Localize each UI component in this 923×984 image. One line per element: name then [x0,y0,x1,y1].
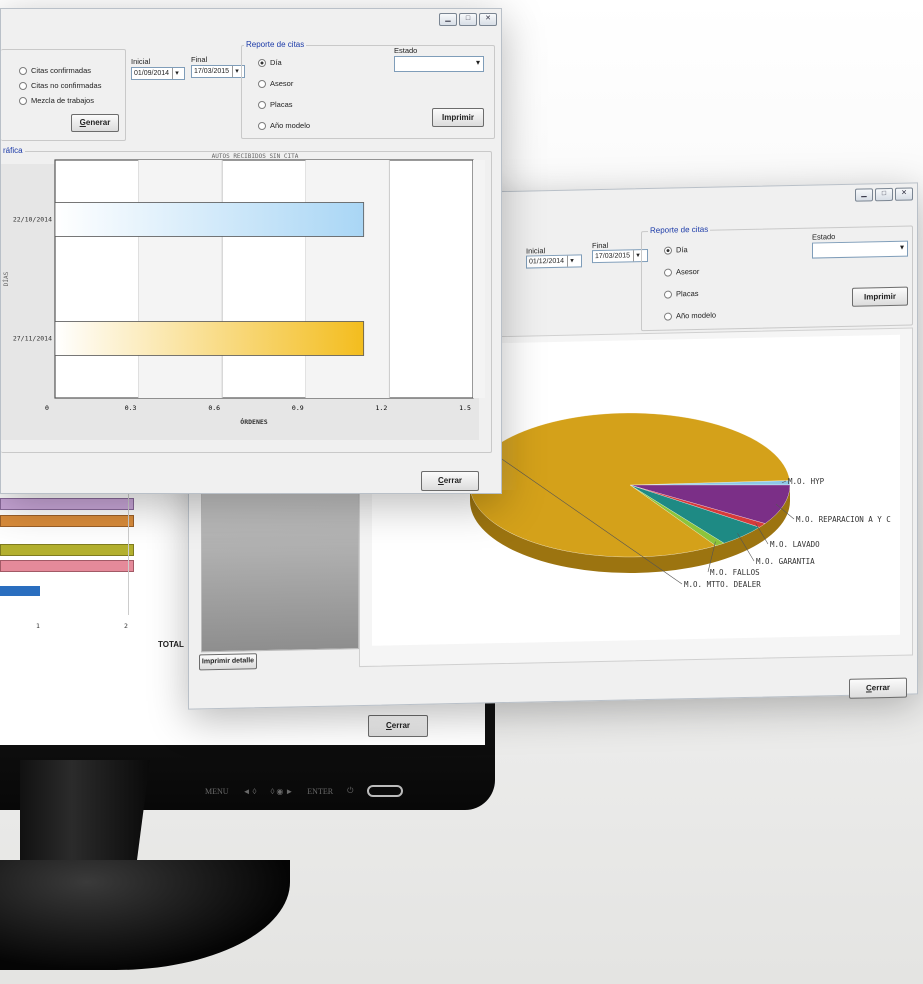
bar [54,321,365,356]
detail-panel [201,485,359,653]
pie-label: M.O. GARANTIA [756,557,815,566]
radio-dia[interactable]: Día [258,58,282,67]
radio-placas[interactable]: Placas [664,289,699,299]
final-date[interactable]: 17/03/2015 ▾ [592,249,648,264]
radio-citas-no-confirmadas[interactable]: Citas no confirmadas [19,81,101,90]
close-icon[interactable]: ✕ [895,187,913,201]
minimize-icon[interactable]: ▁ [439,13,457,26]
bar [54,202,365,237]
final-label: Final [592,240,609,251]
pie-label: M.O. HYP [788,477,825,486]
grid-band [138,160,223,398]
monitor-bar [0,515,134,527]
plot-area [54,159,474,399]
estado-select[interactable]: ▾ [812,240,908,259]
calendar-dropdown-icon: ▾ [172,68,181,79]
estado-label: Estado [394,46,418,55]
radio-dia[interactable]: Día [664,245,688,254]
pie-label: M.O. MTTO. DEALER [684,580,761,589]
pie-label: M.O. FALLOS [710,568,760,577]
pie-chart: M.O. HYP M.O. REPARACION A Y C M.O. LAVADO… [470,412,891,589]
total-label: TOTAL [158,640,184,649]
power-button[interactable] [367,785,404,797]
monitor-bar [0,560,134,572]
final-date[interactable]: 17/03/2015 ▾ [191,65,245,78]
bar-chart: AUTOS RECIBIDOS SIN CITA 0 0.3 0.6 0.9 1.2 1.… [2,153,485,426]
minimize-icon[interactable]: ▁ [855,188,873,202]
monitor-bar [0,544,134,556]
inicial-date[interactable]: 01/12/2014 ▾ [526,254,582,269]
grid-band [305,160,390,398]
window-back-titlebar-buttons: ▁ □ ✕ [855,187,913,202]
monitor-bar [0,586,40,596]
x-tick-label: 0.9 [292,404,304,412]
radio-asesor[interactable]: Asesor [258,79,293,88]
pie-label: M.O. REPARACION A Y C [796,515,891,524]
close-icon[interactable]: ✕ [479,13,497,26]
y-tick-label: 22/10/2014 [13,216,52,224]
x-axis-label: ÓRDENES [240,417,267,426]
inicial-label: Inicial [131,57,151,66]
radio-citas-confirmadas[interactable]: Citas confirmadas [19,66,91,75]
monitor-cerrar-button[interactable]: Cerrar [368,715,428,737]
cerrar-button-back[interactable]: Cerrar [849,677,907,699]
menu-button[interactable]: MENU [205,787,229,796]
x-tick-label: 0.3 [125,404,137,412]
nav-button[interactable]: ◊ ◉ ► [270,787,293,796]
x-tick-label: 0.6 [208,404,220,412]
x-tick-label: 1.2 [376,404,388,412]
x-tick-label: 1.5 [459,404,471,412]
y-tick-label: 27/11/2014 [13,335,52,343]
imprimir-button[interactable]: Imprimir [852,286,908,307]
nav-button[interactable]: ◄ ◊ [243,787,257,796]
enter-button[interactable]: ENTER [307,787,333,796]
maximize-icon[interactable]: □ [459,13,477,26]
pie-label: M.O. LAVADO [770,540,820,549]
tipo-group: Citas confirmadas Citas no confirmadas M… [1,49,126,141]
inicial-date[interactable]: 01/09/2014 ▾ [131,67,185,80]
final-label: Final [191,55,208,64]
radio-ano-modelo[interactable]: Año modelo [258,121,310,130]
monitor-buttons: MENU ◄ ◊ ◊ ◉ ► ENTER ⏻ [205,784,465,798]
imprimir-detalle-button[interactable]: Imprimir detalle [199,653,257,671]
maximize-icon[interactable]: □ [875,187,893,202]
radio-mezcla-trabajos[interactable]: Mezcla de trabajos [19,96,94,105]
inicial-label: Inicial [526,246,546,256]
estado-label: Estado [812,232,836,242]
monitor-tick: 1 [36,622,40,630]
radio-asesor[interactable]: Asesor [664,267,699,277]
reporte-group: Reporte de citas Día Asesor Placas Año m… [641,224,913,332]
window-front-titlebar-buttons: ▁ □ ✕ [439,13,497,26]
grid-band [473,160,485,398]
monitor-bar [0,498,134,510]
y-axis-label: DÍAS [2,271,10,286]
monitor-base [0,860,290,970]
chart-title: AUTOS RECIBIDOS SIN CITA [212,153,299,160]
power-icon[interactable]: ⏻ [347,786,353,796]
reporte-legend: Reporte de citas [244,40,307,49]
radio-ano-modelo[interactable]: Año modelo [664,311,716,321]
reporte-group: Reporte de citas Día Asesor Placas Año m… [241,40,495,139]
calendar-dropdown-icon: ▾ [232,66,241,77]
reporte-legend: Reporte de citas [648,224,711,236]
monitor-tick: 2 [124,622,128,630]
calendar-dropdown-icon: ▾ [567,255,577,267]
generar-button[interactable]: Generar [71,114,119,132]
cerrar-button-front[interactable]: Cerrar [421,471,479,491]
estado-select[interactable]: ▾ [394,56,484,72]
imprimir-button[interactable]: Imprimir [432,108,484,127]
radio-placas[interactable]: Placas [258,100,293,109]
x-tick-label: 0 [45,404,49,412]
dropdown-arrow-icon: ▾ [899,242,904,252]
dropdown-arrow-icon: ▾ [475,58,480,67]
